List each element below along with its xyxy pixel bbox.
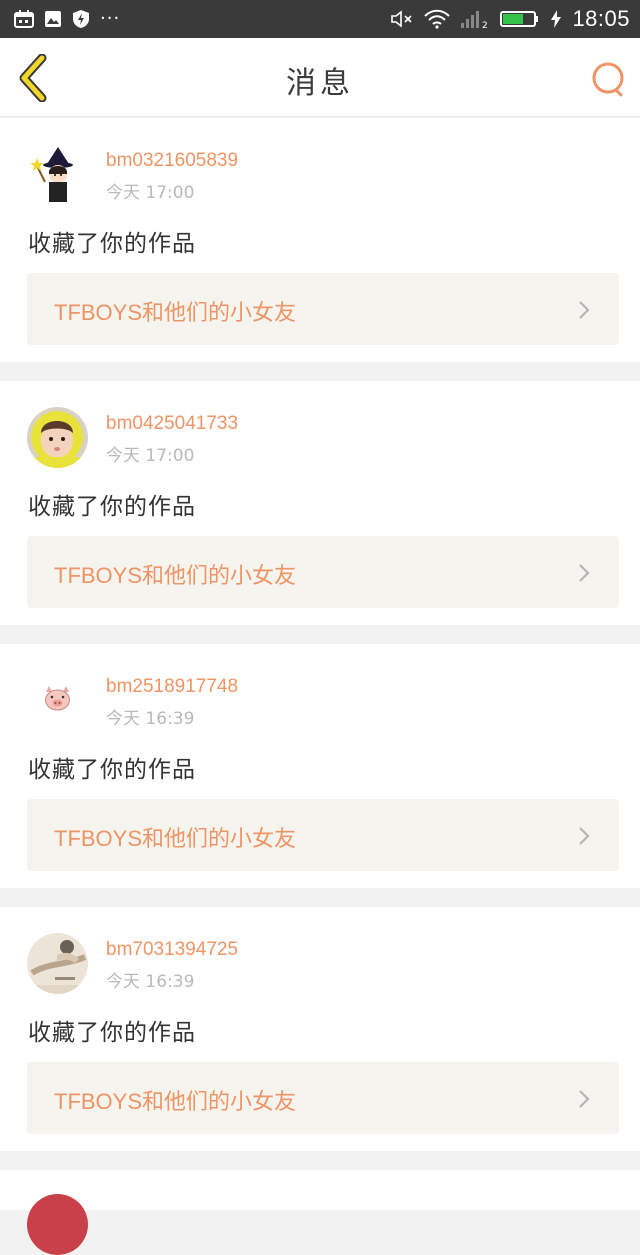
username[interactable]: bm2518917748 <box>106 676 238 698</box>
message-time: 今天 16:39 <box>106 709 195 729</box>
battery-icon <box>500 9 540 29</box>
work-title: TFBOYS和他们的小女友 <box>54 826 297 851</box>
charging-icon <box>550 9 562 29</box>
search-button[interactable] <box>590 60 628 98</box>
work-title: TFBOYS和他们的小女友 <box>54 1089 297 1114</box>
page-title: 消息 <box>286 66 354 101</box>
message-time: 今天 17:00 <box>106 446 195 466</box>
search-icon <box>592 62 624 97</box>
chevron-right-icon <box>579 564 590 582</box>
work-link[interactable]: TFBOYS和他们的小女友 <box>27 273 619 345</box>
message-card: bm2518917748 今天 16:39 收藏了你的作品 TFBOYS和他们的… <box>0 644 640 888</box>
status-time: 18:05 <box>572 6 630 31</box>
username[interactable]: bm7031394725 <box>106 939 238 961</box>
chevron-right-icon <box>579 1090 590 1108</box>
status-bar-left: ··· <box>14 9 120 29</box>
message-list: bm0321605839 今天 17:00 收藏了你的作品 TFBOYS和他们的… <box>0 118 640 1170</box>
message-card: bm0321605839 今天 17:00 收藏了你的作品 TFBOYS和他们的… <box>0 118 640 362</box>
work-link[interactable]: TFBOYS和他们的小女友 <box>27 536 619 608</box>
chevron-right-icon <box>579 301 590 319</box>
more-dots-icon: ··· <box>100 8 121 29</box>
calendar-icon <box>14 10 34 28</box>
work-link[interactable]: TFBOYS和他们的小女友 <box>27 1062 619 1134</box>
message-card: bm0425041733 今天 17:00 收藏了你的作品 TFBOYS和他们的… <box>0 381 640 625</box>
message-card: bm7031394725 今天 16:39 收藏了你的作品 TFBOYS和他们的… <box>0 907 640 1151</box>
signal-icon: 2 <box>460 9 490 29</box>
status-bar: ··· 2 18:05 <box>0 0 640 38</box>
message-time: 今天 16:39 <box>106 972 195 992</box>
pig-avatar[interactable] <box>27 670 88 731</box>
shield-bolt-icon <box>72 9 90 29</box>
action-text: 收藏了你的作品 <box>28 231 196 257</box>
message-time: 今天 17:00 <box>106 183 195 203</box>
top-navigation-bar: 消息 <box>0 38 640 117</box>
child-yellow-hood-avatar[interactable] <box>27 407 88 468</box>
work-link[interactable]: TFBOYS和他们的小女友 <box>27 799 619 871</box>
photo-avatar[interactable] <box>27 933 88 994</box>
action-text: 收藏了你的作品 <box>28 757 196 783</box>
action-text: 收藏了你的作品 <box>28 1020 196 1046</box>
work-title: TFBOYS和他们的小女友 <box>54 300 297 325</box>
action-text: 收藏了你的作品 <box>28 494 196 520</box>
status-bar-right: 2 18:05 <box>390 6 630 32</box>
avatar[interactable] <box>27 1194 88 1255</box>
mute-icon <box>390 9 414 29</box>
sim-slot-label: 2 <box>482 21 488 29</box>
image-icon <box>44 10 62 28</box>
wifi-icon <box>424 9 451 29</box>
witch-avatar[interactable] <box>27 144 88 205</box>
username[interactable]: bm0425041733 <box>106 413 238 435</box>
work-title: TFBOYS和他们的小女友 <box>54 563 297 588</box>
message-card-partial <box>0 1170 640 1255</box>
username[interactable]: bm0321605839 <box>106 150 238 172</box>
chevron-right-icon <box>579 827 590 845</box>
